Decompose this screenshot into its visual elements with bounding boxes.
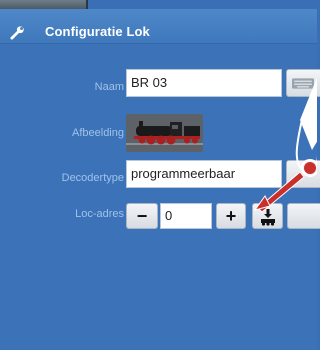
locomotive-thumbnail[interactable] [126, 114, 203, 152]
program-locomotive-icon [261, 209, 275, 226]
title-bar: Configuratie Lok [0, 9, 317, 44]
locadres-label: Loc-adres [75, 208, 124, 220]
decodertype-input[interactable]: programmeerbaar [126, 160, 282, 188]
program-locomotive-button[interactable] [252, 203, 283, 229]
plus-icon: + [225, 206, 237, 226]
wrench-icon [10, 26, 24, 40]
naam-keyboard-button[interactable] [286, 69, 320, 97]
dialog-title: Configuratie Lok [45, 24, 150, 39]
decodertype-button[interactable] [286, 160, 320, 188]
afbeelding-label: Afbeelding [72, 127, 124, 139]
increment-button[interactable]: + [216, 203, 246, 229]
keyboard-icon [292, 78, 314, 89]
minus-icon: − [136, 206, 148, 226]
extra-button[interactable] [287, 203, 320, 229]
decrement-button[interactable]: − [126, 203, 158, 229]
naam-label: Naam [94, 81, 124, 93]
decodertype-label: Decodertype [61, 172, 124, 184]
naam-input[interactable]: BR 03 [126, 69, 282, 97]
locomotive-image [126, 114, 203, 152]
locadres-input[interactable]: 0 [160, 203, 212, 229]
